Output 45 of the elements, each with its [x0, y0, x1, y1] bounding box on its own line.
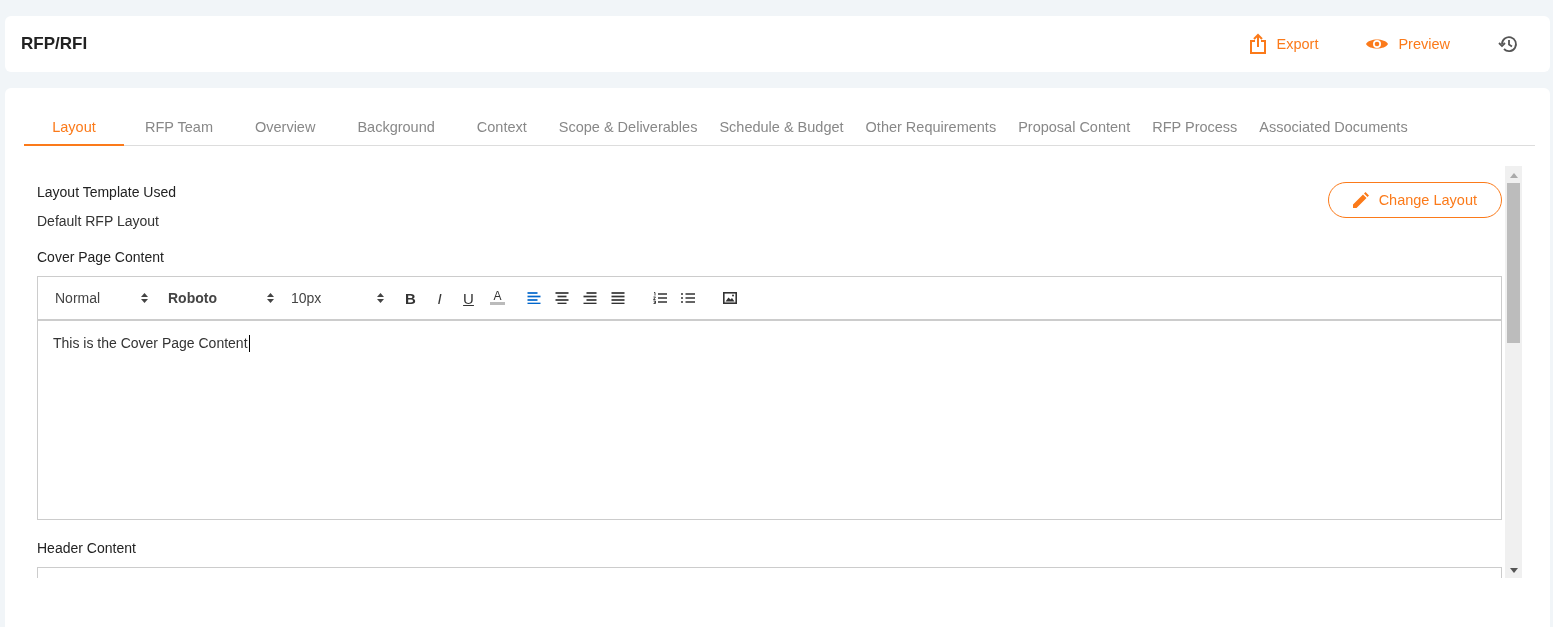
- align-right-button[interactable]: [583, 292, 597, 304]
- tab[interactable]: Overview: [233, 110, 337, 146]
- italic-button[interactable]: I: [432, 289, 447, 307]
- field-label: Cover Page Content: [37, 249, 165, 265]
- dropdown[interactable]: Normal: [55, 290, 155, 306]
- image-button[interactable]: [723, 292, 737, 304]
- field-label: Header Content: [37, 540, 137, 556]
- color-button[interactable]: A: [490, 291, 505, 305]
- text-cursor: [248, 335, 250, 352]
- share-icon: [1248, 33, 1267, 55]
- dropdown[interactable]: 10px: [291, 290, 391, 306]
- tab[interactable]: Associated Documents: [1248, 110, 1419, 146]
- pencil-icon: [1352, 192, 1369, 208]
- scroll-down-icon: [1509, 568, 1518, 573]
- scrollbar[interactable]: [1505, 166, 1522, 578]
- align-justify-button[interactable]: [611, 292, 625, 304]
- tab[interactable]: RFP Process: [1141, 110, 1249, 146]
- tab[interactable]: Scope & Deliverables: [547, 110, 709, 146]
- tab[interactable]: Schedule & Budget: [708, 110, 855, 146]
- bullet-list-button[interactable]: [681, 292, 695, 304]
- template-name: Default RFP Layout: [37, 213, 160, 229]
- up-down-caret-icon: [377, 293, 384, 303]
- history-button[interactable]: [1498, 35, 1518, 53]
- history-icon: [1498, 35, 1518, 53]
- up-down-caret-icon: [141, 293, 148, 303]
- align-left-button[interactable]: [527, 292, 541, 304]
- tab[interactable]: Context: [455, 110, 548, 146]
- eye-icon: [1366, 37, 1389, 51]
- up-down-caret-icon: [267, 293, 274, 303]
- tab[interactable]: Other Requirements: [854, 110, 1008, 146]
- bold-button[interactable]: B: [403, 289, 418, 307]
- page-title: RFP/RFI: [21, 34, 88, 54]
- align-center-button[interactable]: [555, 292, 569, 304]
- field-label: Layout Template Used: [37, 184, 177, 200]
- export-button[interactable]: Export: [1248, 33, 1319, 55]
- tab[interactable]: RFP Team: [124, 110, 234, 146]
- dropdown[interactable]: Roboto: [168, 290, 281, 306]
- tab[interactable]: Background: [336, 110, 456, 146]
- underline-button[interactable]: U: [461, 289, 476, 307]
- scroll-up-icon: [1509, 173, 1518, 178]
- editor-text: This is the Cover Page Content: [53, 335, 248, 351]
- preview-button[interactable]: Preview: [1366, 36, 1450, 52]
- tab[interactable]: Proposal Content: [1007, 110, 1142, 146]
- tab[interactable]: Layout: [24, 110, 124, 146]
- numbered-list-button[interactable]: [653, 292, 667, 304]
